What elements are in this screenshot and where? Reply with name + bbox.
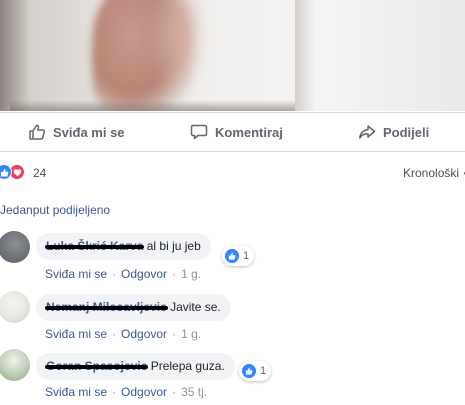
- like-button[interactable]: Sviđa mi se: [28, 113, 125, 151]
- comment-reply-link[interactable]: Odgovor: [121, 267, 167, 281]
- comment-text: Javite se.: [170, 300, 221, 314]
- comment-bubble: Luka Škrić Karva al bi ju jeb: [36, 233, 211, 260]
- comment-icon: [190, 124, 208, 140]
- comment-timestamp[interactable]: 1 g.: [181, 267, 201, 281]
- comment-bubble: Nemanj Milosavljevic Javite se.: [36, 294, 231, 321]
- comment-author[interactable]: Nemanj Milosavljevic: [45, 300, 168, 314]
- avatar[interactable]: [0, 291, 30, 323]
- photo-shadow: [0, 0, 30, 111]
- comment-timestamp[interactable]: 35 tj.: [181, 385, 207, 399]
- photo-edge: [295, 0, 315, 111]
- comment-like-badge[interactable]: 1: [222, 246, 255, 266]
- share-arrow-icon: [359, 125, 376, 139]
- avatar[interactable]: [0, 349, 30, 381]
- comment-button[interactable]: Komentiraj: [190, 113, 283, 151]
- share-button-label: Podijeli: [383, 124, 430, 140]
- comment-timestamp[interactable]: 1 g.: [181, 327, 201, 341]
- comment-text: al bi ju jeb: [146, 239, 201, 253]
- avatar[interactable]: [0, 231, 30, 263]
- reactions-row: 24 Kronološki▼: [0, 160, 465, 184]
- comment-text: Prelepa guza.: [150, 359, 225, 373]
- comment-reply-link[interactable]: Odgovor: [121, 385, 167, 399]
- comment-like-badge[interactable]: 1: [239, 361, 272, 381]
- reaction-icons[interactable]: [0, 164, 30, 180]
- separator-dot: ·: [112, 327, 117, 341]
- like-reaction-icon: [0, 164, 12, 180]
- comment-meta: Sviđa mi se · Odgovor · 1 g.: [45, 327, 201, 341]
- comment-meta: Sviđa mi se · Odgovor · 1 g.: [45, 267, 201, 281]
- share-count-link[interactable]: Jedanput podijeljeno: [0, 203, 110, 217]
- photo-bottom-edge: [10, 100, 295, 111]
- like-reaction-icon: [225, 249, 239, 263]
- separator-dot: ·: [172, 327, 177, 341]
- comment-author[interactable]: Luka Škrić Karva: [45, 239, 145, 253]
- separator-dot: ·: [112, 267, 117, 281]
- separator-dot: ·: [172, 385, 177, 399]
- share-button[interactable]: Podijeli: [358, 113, 429, 151]
- comment-author[interactable]: Goran Spasojevic: [45, 359, 149, 373]
- comment-meta: Sviđa mi se · Odgovor · 35 tj.: [45, 385, 207, 399]
- comment-like-count: 1: [260, 365, 267, 377]
- post-photo[interactable]: [0, 0, 465, 111]
- comment-like-link[interactable]: Sviđa mi se: [45, 267, 107, 281]
- redaction-mark: [45, 306, 168, 310]
- like-reaction-icon: [242, 364, 256, 378]
- comment-bubble: Goran Spasojevic Prelepa guza.: [36, 353, 235, 380]
- reaction-count[interactable]: 24: [33, 166, 46, 180]
- comment-like-count: 1: [243, 250, 250, 262]
- comment-sort-dropdown[interactable]: Kronološki▼: [403, 166, 465, 180]
- comment-like-link[interactable]: Sviđa mi se: [45, 327, 107, 341]
- thumbs-up-icon: [29, 124, 46, 140]
- comment-like-link[interactable]: Sviđa mi se: [45, 385, 107, 399]
- separator-dot: ·: [172, 267, 177, 281]
- comment-sort-label: Kronološki: [403, 166, 460, 180]
- redaction-mark: [45, 245, 145, 249]
- comment-reply-link[interactable]: Odgovor: [121, 327, 167, 341]
- post-action-bar: Sviđa mi se Komentiraj Podijeli: [0, 112, 465, 152]
- photo-figure-highlight: [150, 0, 205, 100]
- like-button-label: Sviđa mi se: [53, 124, 125, 140]
- comment-button-label: Komentiraj: [215, 124, 283, 140]
- separator-dot: ·: [112, 385, 117, 399]
- redaction-mark: [45, 365, 149, 369]
